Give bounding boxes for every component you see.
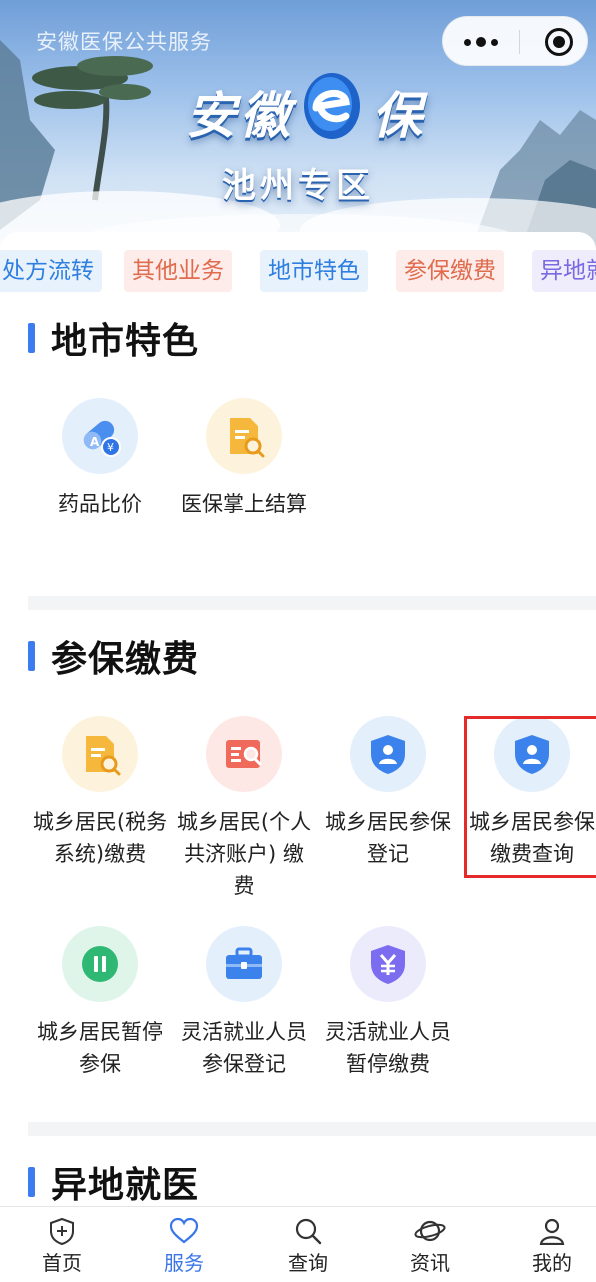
highlight-box xyxy=(464,716,596,878)
service-item-label: 城乡居民参保登记 xyxy=(325,810,451,866)
service-item-label: 灵活就业人员暂停缴费 xyxy=(325,1020,451,1076)
pill-price-icon: A ¥ xyxy=(62,398,138,474)
capsule-divider xyxy=(519,30,520,54)
service-item-label: 城乡居民(税务系统)缴费 xyxy=(32,810,168,866)
section-divider xyxy=(28,1122,596,1136)
header-banner: 安徽医保公共服务 安徽 保 池州专区 xyxy=(0,0,596,252)
service-item-tax-payment[interactable]: 城乡居民(税务系统)缴费 xyxy=(28,716,172,870)
section-divider xyxy=(28,596,596,610)
more-dots-icon[interactable] xyxy=(443,17,519,67)
pause-icon xyxy=(62,926,138,1002)
heart-icon xyxy=(169,1217,199,1244)
search-icon xyxy=(295,1218,322,1245)
section-accent-bar xyxy=(28,641,35,671)
section-header-insurance-payment: 参保缴费 xyxy=(28,634,199,680)
nav-query[interactable]: 查询 xyxy=(248,1207,368,1282)
tab-other-business[interactable]: 其他业务 xyxy=(124,250,232,292)
service-item-label: 城乡居民暂停参保 xyxy=(37,1020,163,1076)
section-title: 异地就医 xyxy=(51,1165,200,1206)
service-item-label: 医保掌上结算 xyxy=(181,492,307,516)
section-accent-bar xyxy=(28,323,35,353)
service-item-suspend-insurance[interactable]: 城乡居民暂停参保 xyxy=(28,926,172,1080)
shield-yuan-icon xyxy=(350,926,426,1002)
mini-program-name: 安徽医保公共服务 xyxy=(36,30,212,54)
nav-home[interactable]: 首页 xyxy=(2,1207,122,1282)
service-item-label: 灵活就业人员参保登记 xyxy=(181,1020,307,1076)
nav-label: 首页 xyxy=(42,1251,82,1275)
briefcase-icon xyxy=(206,926,282,1002)
svg-text:A: A xyxy=(90,435,100,449)
tab-prescription[interactable]: 处方流转 xyxy=(0,250,102,292)
nav-label: 我的 xyxy=(532,1251,572,1275)
brand-text-right: 保 xyxy=(372,87,426,145)
tab-insurance-payment[interactable]: 参保缴费 xyxy=(396,250,504,292)
service-item-flexible-registration[interactable]: 灵活就业人员参保登记 xyxy=(172,926,316,1080)
service-item-shared-account-payment[interactable]: 城乡居民(个人共济账户) 缴费 xyxy=(172,716,316,902)
service-item-label: 城乡居民(个人共济账户) 缴费 xyxy=(176,810,312,898)
planet-icon xyxy=(414,1220,446,1242)
shield-user-icon xyxy=(350,716,426,792)
tab-offsite-medical[interactable]: 异地就 xyxy=(532,250,596,292)
svg-text:¥: ¥ xyxy=(107,441,114,454)
home-shield-icon xyxy=(50,1217,74,1245)
service-item-flexible-suspend[interactable]: 灵活就业人员暂停缴费 xyxy=(316,926,460,1080)
mini-program-capsule xyxy=(442,16,588,66)
service-item-mobile-settlement[interactable]: 医保掌上结算 xyxy=(172,398,316,520)
section-accent-bar xyxy=(28,1167,35,1197)
section-title: 参保缴费 xyxy=(51,639,200,680)
e-logo-icon xyxy=(304,73,360,139)
service-item-registration[interactable]: 城乡居民参保登记 xyxy=(316,716,460,870)
brand-text-left: 安徽 xyxy=(186,87,294,145)
tab-city-feature[interactable]: 地市特色 xyxy=(260,250,368,292)
close-target-icon[interactable] xyxy=(545,28,573,56)
nav-mine[interactable]: 我的 xyxy=(492,1207,596,1282)
zone-title: 池州专区 xyxy=(222,166,374,206)
user-icon xyxy=(539,1218,565,1245)
doc-search-icon xyxy=(206,398,282,474)
section-header-city-feature: 地市特色 xyxy=(28,316,199,362)
nav-service[interactable]: 服务 xyxy=(124,1207,244,1282)
bottom-tab-bar: 首页 服务 查询 资讯 我的 xyxy=(0,1206,596,1282)
id-card-search-icon xyxy=(206,716,282,792)
service-item-label: 药品比价 xyxy=(58,492,142,516)
doc-search-icon xyxy=(62,716,138,792)
service-content: 处方流转 其他业务 地市特色 参保缴费 异地就 地市特色 A ¥ 药品比价 xyxy=(0,232,596,1207)
section-title: 地市特色 xyxy=(51,321,200,362)
service-item-drug-price[interactable]: A ¥ 药品比价 xyxy=(28,398,172,520)
nav-label: 资讯 xyxy=(410,1251,450,1275)
nav-label: 服务 xyxy=(164,1251,204,1275)
category-tabs: 处方流转 其他业务 地市特色 参保缴费 异地就 xyxy=(0,250,596,294)
nav-label: 查询 xyxy=(288,1251,328,1275)
nav-news[interactable]: 资讯 xyxy=(370,1207,490,1282)
section-header-offsite-medical: 异地就医 xyxy=(28,1160,199,1206)
